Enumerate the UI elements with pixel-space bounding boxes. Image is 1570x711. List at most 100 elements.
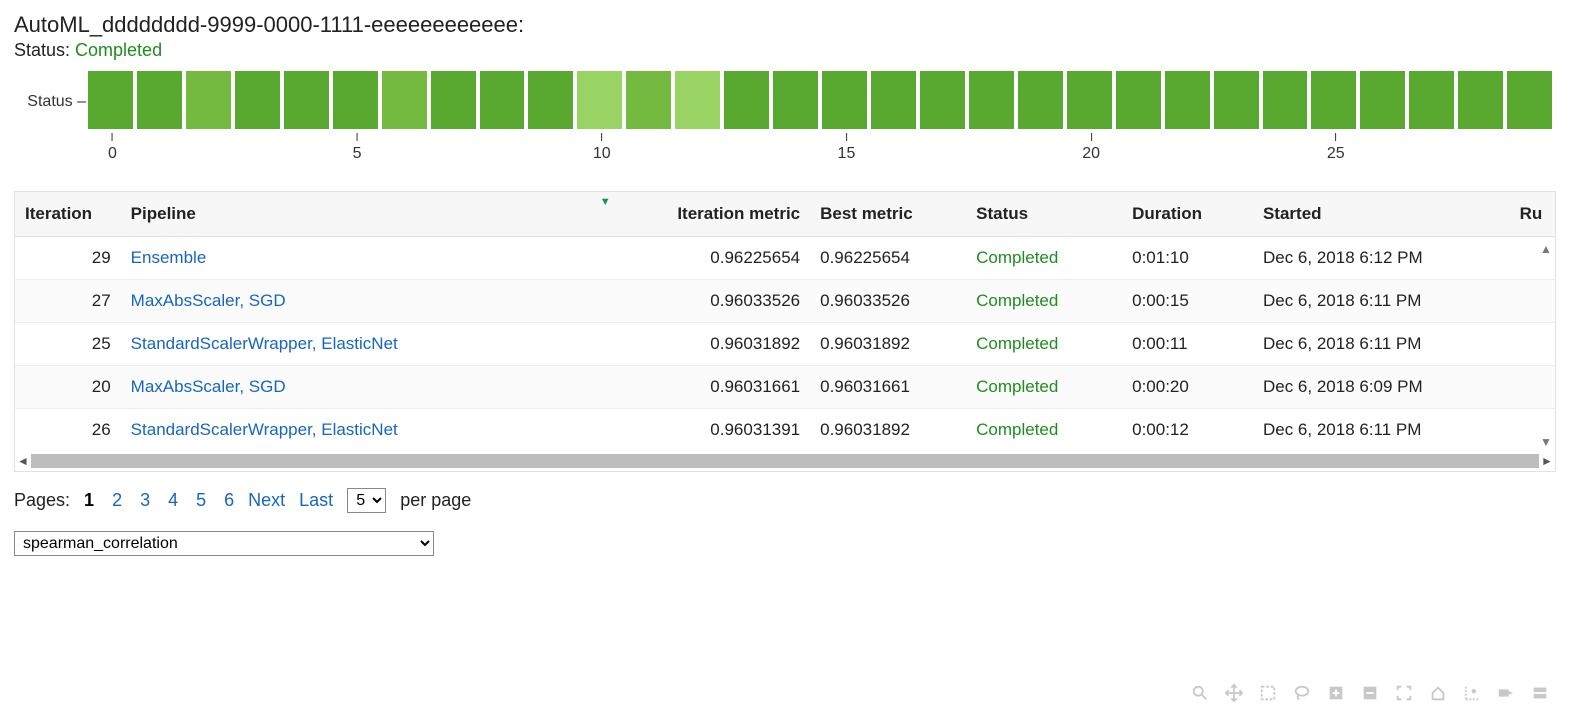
status-bar-19[interactable] bbox=[1018, 71, 1063, 129]
cell-iter-metric: 0.96031892 bbox=[594, 323, 810, 366]
zoom-icon[interactable] bbox=[1190, 683, 1210, 703]
compare-hover-icon[interactable] bbox=[1496, 683, 1516, 703]
status-bar-15[interactable] bbox=[822, 71, 867, 129]
status-bar-25[interactable] bbox=[1311, 71, 1356, 129]
cell-iteration: 25 bbox=[15, 323, 121, 366]
cell-best-metric: 0.96031892 bbox=[810, 323, 966, 366]
pager-page-4[interactable]: 4 bbox=[168, 490, 178, 511]
status-bar-16[interactable] bbox=[871, 71, 916, 129]
cell-pipeline[interactable]: MaxAbsScaler, SGD bbox=[121, 280, 594, 323]
cell-pipeline[interactable]: MaxAbsScaler, SGD bbox=[121, 366, 594, 409]
lasso-select-icon[interactable] bbox=[1292, 683, 1312, 703]
status-bar-12[interactable] bbox=[675, 71, 720, 129]
horizontal-scrollbar[interactable]: ◄ ► bbox=[15, 451, 1555, 471]
spike-lines-icon[interactable] bbox=[1462, 683, 1482, 703]
scroll-right-icon[interactable]: ► bbox=[1539, 453, 1555, 469]
pan-icon[interactable] bbox=[1224, 683, 1244, 703]
cell-duration: 0:00:12 bbox=[1122, 409, 1253, 452]
cell-status: Completed bbox=[966, 366, 1122, 409]
per-page-select[interactable]: 5 bbox=[347, 488, 386, 513]
autoscale-icon[interactable] bbox=[1394, 683, 1414, 703]
status-bar-10[interactable] bbox=[577, 71, 622, 129]
status-bar-27[interactable] bbox=[1409, 71, 1454, 129]
x-tick: 0 bbox=[108, 133, 117, 163]
status-bar-2[interactable] bbox=[186, 71, 231, 129]
pager-page-5[interactable]: 5 bbox=[196, 490, 206, 511]
cell-status: Completed bbox=[966, 323, 1122, 366]
col-status[interactable]: Status bbox=[966, 192, 1122, 237]
chart-ylabel: Status – bbox=[14, 93, 88, 111]
metric-select[interactable]: spearman_correlation bbox=[14, 531, 434, 556]
col-iter-metric[interactable]: ▼Iteration metric bbox=[594, 192, 810, 237]
scroll-up-icon[interactable]: ▲ bbox=[1540, 242, 1552, 256]
status-bar-18[interactable] bbox=[969, 71, 1014, 129]
status-bar-21[interactable] bbox=[1116, 71, 1161, 129]
cell-iteration: 20 bbox=[15, 366, 121, 409]
table-row: 29Ensemble0.962256540.96225654Completed0… bbox=[15, 237, 1555, 280]
status-bar-26[interactable] bbox=[1360, 71, 1405, 129]
cell-started: Dec 6, 2018 6:09 PM bbox=[1253, 366, 1510, 409]
col-iteration[interactable]: Iteration bbox=[15, 192, 121, 237]
status-bar-22[interactable] bbox=[1165, 71, 1210, 129]
reset-axes-icon[interactable] bbox=[1428, 683, 1448, 703]
pages-label: Pages: bbox=[14, 490, 70, 511]
status-bar-5[interactable] bbox=[333, 71, 378, 129]
col-pipeline[interactable]: Pipeline bbox=[121, 192, 594, 237]
status-bar-11[interactable] bbox=[626, 71, 671, 129]
per-page-label: per page bbox=[400, 490, 471, 511]
cell-best-metric: 0.96031892 bbox=[810, 409, 966, 452]
pager: Pages: 123456 Next Last 5 per page bbox=[14, 488, 1556, 513]
status-bar-23[interactable] bbox=[1214, 71, 1259, 129]
toggle-hover-icon[interactable] bbox=[1530, 683, 1550, 703]
zoom-in-icon[interactable] bbox=[1326, 683, 1346, 703]
cell-best-metric: 0.96225654 bbox=[810, 237, 966, 280]
cell-started: Dec 6, 2018 6:11 PM bbox=[1253, 280, 1510, 323]
status-bar-1[interactable] bbox=[137, 71, 182, 129]
status-bar-7[interactable] bbox=[431, 71, 476, 129]
status-bar-0[interactable] bbox=[88, 71, 133, 129]
cell-iteration: 29 bbox=[15, 237, 121, 280]
cell-pipeline[interactable]: Ensemble bbox=[121, 237, 594, 280]
status-bar-9[interactable] bbox=[528, 71, 573, 129]
col-duration[interactable]: Duration bbox=[1122, 192, 1253, 237]
x-tick: 20 bbox=[1082, 133, 1100, 163]
col-best-metric[interactable]: Best metric bbox=[810, 192, 966, 237]
pager-page-3[interactable]: 3 bbox=[140, 490, 150, 511]
cell-duration: 0:01:10 bbox=[1122, 237, 1253, 280]
cell-started: Dec 6, 2018 6:11 PM bbox=[1253, 409, 1510, 452]
cell-started: Dec 6, 2018 6:11 PM bbox=[1253, 323, 1510, 366]
status-bar-4[interactable] bbox=[284, 71, 329, 129]
status-bar-13[interactable] bbox=[724, 71, 769, 129]
status-bar-6[interactable] bbox=[382, 71, 427, 129]
sort-desc-icon: ▼ bbox=[600, 196, 611, 208]
cell-iteration: 27 bbox=[15, 280, 121, 323]
pager-next[interactable]: Next bbox=[248, 490, 285, 511]
cell-pipeline[interactable]: StandardScalerWrapper, ElasticNet bbox=[121, 323, 594, 366]
cell-pipeline[interactable]: StandardScalerWrapper, ElasticNet bbox=[121, 409, 594, 452]
scroll-left-icon[interactable]: ◄ bbox=[15, 453, 31, 469]
status-bar-14[interactable] bbox=[773, 71, 818, 129]
box-select-icon[interactable] bbox=[1258, 683, 1278, 703]
cell-best-metric: 0.96031661 bbox=[810, 366, 966, 409]
zoom-out-icon[interactable] bbox=[1360, 683, 1380, 703]
x-tick: 5 bbox=[353, 133, 362, 163]
x-tick: 25 bbox=[1327, 133, 1345, 163]
status-bar-17[interactable] bbox=[920, 71, 965, 129]
status-bar-29[interactable] bbox=[1507, 71, 1552, 129]
status-bar-3[interactable] bbox=[235, 71, 280, 129]
pager-page-1[interactable]: 1 bbox=[84, 490, 94, 511]
scroll-down-icon[interactable]: ▼ bbox=[1540, 435, 1552, 449]
table-row: 25StandardScalerWrapper, ElasticNet0.960… bbox=[15, 323, 1555, 366]
status-bar-24[interactable] bbox=[1263, 71, 1308, 129]
col-run[interactable]: Ru bbox=[1510, 192, 1555, 237]
x-tick: 10 bbox=[593, 133, 611, 163]
status-bar-20[interactable] bbox=[1067, 71, 1112, 129]
vertical-scrollbar[interactable]: ▲ ▼ bbox=[1539, 242, 1553, 449]
pager-page-2[interactable]: 2 bbox=[112, 490, 122, 511]
status-bar-8[interactable] bbox=[480, 71, 525, 129]
col-started[interactable]: Started bbox=[1253, 192, 1510, 237]
pager-last[interactable]: Last bbox=[299, 490, 333, 511]
pager-page-6[interactable]: 6 bbox=[224, 490, 234, 511]
status-bar-28[interactable] bbox=[1458, 71, 1503, 129]
plot-toolbar bbox=[1190, 683, 1550, 703]
